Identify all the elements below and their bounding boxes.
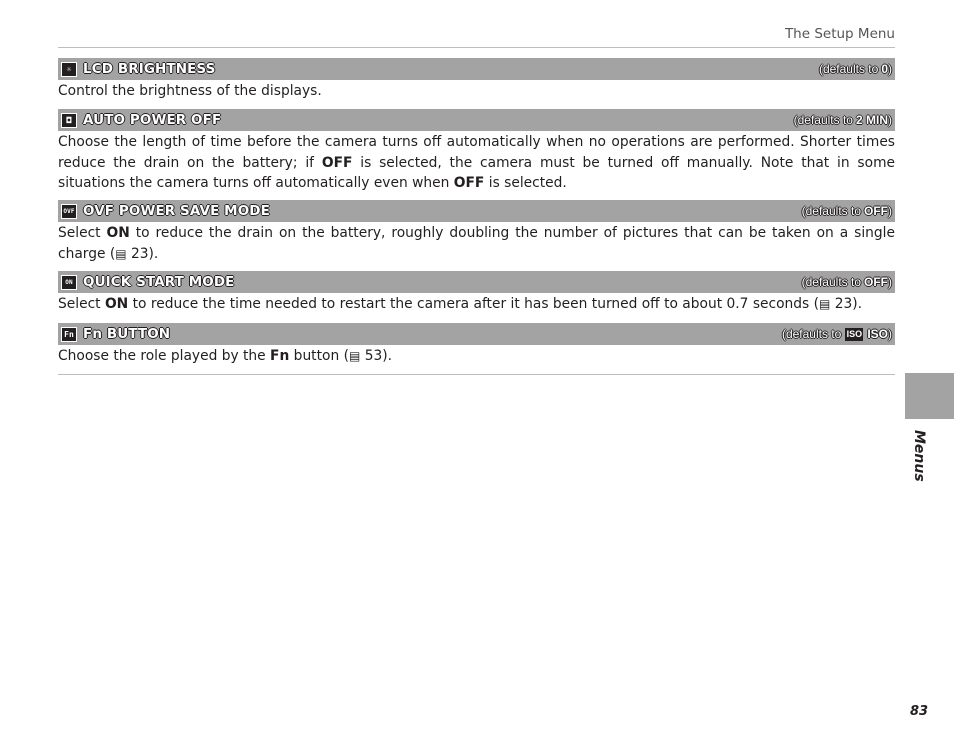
section-header: ☼ LCD BRIGHTNESS (defaults to 0): [58, 58, 895, 80]
section-lcd-brightness: ☼ LCD BRIGHTNESS (defaults to 0) Control …: [58, 58, 895, 102]
section-description: Choose the length of time before the cam…: [58, 134, 895, 191]
default-value: (defaults to ISO ISO): [781, 327, 892, 341]
section-description: Select ON to reduce the drain on the bat…: [58, 222, 895, 264]
top-divider: [58, 47, 895, 48]
chapter-tab: [905, 373, 954, 419]
section-auto-power-off: ◘ AUTO POWER OFF (defaults to 2 MIN) Choo…: [58, 109, 895, 194]
section-description: Select ON to reduce the time needed to r…: [58, 293, 895, 315]
section-title: OVF POWER SAVE MODE: [83, 203, 270, 219]
section-title: Fn BUTTON: [83, 326, 171, 342]
default-value: (defaults to 0): [818, 62, 892, 76]
section-title: AUTO POWER OFF: [83, 112, 222, 128]
section-title: LCD BRIGHTNESS: [83, 61, 216, 77]
iso-icon: ISO: [845, 327, 864, 341]
ovf-icon: OVF: [61, 203, 77, 219]
brightness-icon: ☼: [61, 61, 77, 77]
section-quick-start-mode: ON QUICK START MODE (defaults to OFF) Sel…: [58, 271, 895, 315]
section-description: Choose the role played by the Fn button …: [58, 345, 895, 367]
section-header: Fn Fn BUTTON (defaults to ISO ISO): [58, 323, 895, 345]
chapter-tab-label: Menus: [911, 430, 927, 482]
section-description: Control the brightness of the displays.: [58, 83, 322, 99]
section-header: OVF OVF POWER SAVE MODE (defaults to OFF): [58, 200, 895, 222]
book-icon: ▤: [115, 246, 127, 261]
running-head: The Setup Menu: [784, 26, 895, 42]
default-value: (defaults to OFF): [801, 275, 892, 289]
section-header: ◘ AUTO POWER OFF (defaults to 2 MIN): [58, 109, 895, 131]
default-value: (defaults to OFF): [801, 204, 892, 218]
book-icon: ▤: [819, 297, 831, 311]
section-fn-button: Fn Fn BUTTON (defaults to ISO ISO) Choose …: [58, 323, 895, 367]
auto-power-off-icon: ◘: [61, 112, 77, 128]
section-title: QUICK START MODE: [83, 274, 235, 290]
quick-start-icon: ON: [61, 274, 77, 290]
book-icon: ▤: [348, 349, 361, 363]
page-number: 83: [910, 704, 929, 719]
bottom-divider: [58, 374, 895, 375]
default-value: (defaults to 2 MIN): [793, 113, 892, 127]
fn-icon: Fn: [61, 326, 77, 342]
section-ovf-power-save-mode: OVF OVF POWER SAVE MODE (defaults to OFF)…: [58, 200, 895, 264]
section-header: ON QUICK START MODE (defaults to OFF): [58, 271, 895, 293]
